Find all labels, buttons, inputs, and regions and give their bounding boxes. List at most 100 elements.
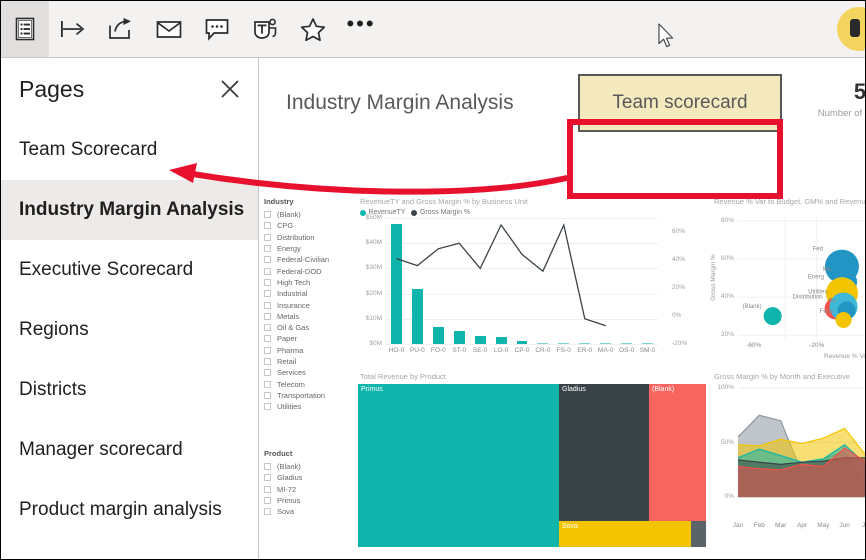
y-axis-label: Gross Margin % xyxy=(709,254,717,301)
treemap-cell[interactable]: Sova xyxy=(559,521,691,547)
pages-pane-icon[interactable] xyxy=(1,1,49,57)
y-axis-tick: 80% xyxy=(720,216,734,224)
checkbox-icon[interactable] xyxy=(264,290,271,298)
x-axis-tick: Feb xyxy=(753,522,765,529)
slicer-option[interactable]: Metals xyxy=(264,311,329,322)
checkbox-icon[interactable] xyxy=(264,403,271,411)
x-axis-tick: Mar xyxy=(775,522,787,529)
checkbox-icon[interactable] xyxy=(264,312,271,320)
slicer-option[interactable]: Federal-Civilian xyxy=(264,254,329,265)
slicer-option[interactable]: Primus xyxy=(264,495,302,506)
checkbox-icon[interactable] xyxy=(264,380,271,388)
checkbox-icon[interactable] xyxy=(264,324,271,332)
slicer-option[interactable]: Insurance xyxy=(264,299,329,310)
sidebar-item-districts[interactable]: Districts xyxy=(1,360,258,420)
checkbox-icon[interactable] xyxy=(264,233,271,241)
sidebar-item-regions[interactable]: Regions xyxy=(1,300,258,360)
slicer-option[interactable]: (Blank) xyxy=(264,209,329,220)
checkbox-icon[interactable] xyxy=(264,256,271,264)
treemap-cell[interactable] xyxy=(691,521,706,547)
comment-icon[interactable] xyxy=(193,1,241,57)
sidebar-item-manager-scorecard[interactable]: Manager scorecard xyxy=(1,420,258,480)
checkbox-icon[interactable] xyxy=(264,301,271,309)
treemap-cell-label: (Blank) xyxy=(652,386,675,393)
sidebar-item-label: Manager scorecard xyxy=(19,439,183,460)
slicer-option[interactable]: Gladius xyxy=(264,472,302,483)
slicer-option-label: Metals xyxy=(277,311,300,321)
slicer-option-label: Energy xyxy=(277,244,301,254)
slicer-option-label: Oil & Gas xyxy=(277,323,310,333)
slicer-option[interactable]: Industrial xyxy=(264,288,329,299)
slicer-option[interactable]: Transportation xyxy=(264,390,329,401)
slicer-option[interactable]: CPG xyxy=(264,220,329,231)
treemap-cell[interactable]: (Blank) xyxy=(649,384,706,521)
svg-text:Se: Se xyxy=(828,298,836,304)
slicer-option[interactable]: Services xyxy=(264,367,329,378)
sidebar-item-label: Executive Scorecard xyxy=(19,259,194,280)
export-icon[interactable] xyxy=(49,1,97,57)
line-series-gross-margin xyxy=(396,222,606,327)
slicer-option[interactable]: High Tech xyxy=(264,277,329,288)
team-scorecard-button[interactable]: Team scorecard xyxy=(578,74,782,132)
chart-title: RevenueTY and Gross Margin % by Business… xyxy=(360,197,528,206)
checkbox-icon[interactable] xyxy=(264,211,271,219)
slicer-option[interactable]: Utilities xyxy=(264,401,329,412)
checkbox-icon[interactable] xyxy=(264,267,271,275)
slicer-option[interactable]: Pharma xyxy=(264,345,329,356)
slicer-option[interactable]: Retail xyxy=(264,356,329,367)
checkbox-icon[interactable] xyxy=(264,278,271,286)
slicer-option[interactable]: Distribution xyxy=(264,232,329,243)
slicer-option[interactable]: Oil & Gas xyxy=(264,322,329,333)
treemap-cell-label: Gladius xyxy=(562,386,586,393)
slicer-header-product: Product xyxy=(264,449,293,458)
checkbox-icon[interactable] xyxy=(264,497,271,505)
chart-combo-revenue-margin[interactable]: RevenueTY and Gross Margin % by Business… xyxy=(358,197,710,369)
sidebar-item-product-margin-analysis[interactable]: Product margin analysis xyxy=(1,480,258,540)
slicer-option[interactable]: Telecom xyxy=(264,378,329,389)
checkbox-icon[interactable] xyxy=(264,346,271,354)
mail-icon[interactable] xyxy=(145,1,193,57)
share-icon[interactable] xyxy=(97,1,145,57)
favorite-star-icon[interactable] xyxy=(289,1,337,57)
mouse-cursor xyxy=(658,23,674,48)
x-axis-label: Revenue % Var xyxy=(824,353,866,360)
sidebar-item-industry-margin-analysis[interactable]: Industry Margin Analysis xyxy=(1,180,258,240)
checkbox-icon[interactable] xyxy=(264,508,271,516)
checkbox-icon[interactable] xyxy=(264,474,271,482)
sidebar-item-team-scorecard[interactable]: Team Scorecard xyxy=(1,120,258,180)
checkbox-icon[interactable] xyxy=(264,463,271,471)
chart-plot-area: 0% 50% 100% Jan Feb Mar Apr May Jun Jul xyxy=(712,384,865,534)
chart-scatter-gm-revenue[interactable]: Revenue % Var to Budget, GM% and Revenue… xyxy=(709,197,866,369)
close-icon[interactable] xyxy=(216,75,244,103)
slicer-option[interactable]: Energy xyxy=(264,243,329,254)
x-axis-tick: -60% xyxy=(746,342,762,349)
checkbox-icon[interactable] xyxy=(264,222,271,230)
slicer-option[interactable]: Paper xyxy=(264,333,329,344)
y-axis-tick: 50% xyxy=(720,438,734,446)
x-axis-tick: May xyxy=(817,522,830,529)
checkbox-icon[interactable] xyxy=(264,369,271,377)
avatar[interactable] xyxy=(837,7,865,51)
slicer-option-label: Retail xyxy=(277,357,297,366)
treemap-cell[interactable]: Primus xyxy=(358,384,559,547)
checkbox-icon[interactable] xyxy=(264,335,271,343)
checkbox-icon[interactable] xyxy=(264,391,271,399)
sidebar-item-executive-scorecard[interactable]: Executive Scorecard xyxy=(1,240,258,300)
chart-title: Revenue % Var to Budget, GM% and Revenue… xyxy=(714,197,866,206)
slicer-option[interactable]: Federal-DOD xyxy=(264,265,329,276)
teams-icon[interactable] xyxy=(241,1,289,57)
more-options-icon[interactable]: ••• xyxy=(337,1,385,57)
kpi-number-of-products: 5 Number of Products xyxy=(800,79,865,119)
sidebar-item-label: Regions xyxy=(19,319,89,340)
legend-label: Gross Margin % xyxy=(419,209,471,216)
slicer-option[interactable]: Sova xyxy=(264,506,302,517)
treemap-cell[interactable]: Gladius xyxy=(559,384,649,521)
slicer-option-label: (Blank) xyxy=(277,462,301,472)
slicer-option[interactable]: MI-72 xyxy=(264,484,302,495)
checkbox-icon[interactable] xyxy=(264,485,271,493)
checkbox-icon[interactable] xyxy=(264,245,271,253)
chart-treemap-revenue-product[interactable]: Total Revenue by Product Primus Gladius (Bl… xyxy=(358,372,710,559)
chart-area-gm-month-executive[interactable]: Gross Margin % by Month and Executive 0% 5… xyxy=(712,372,865,559)
slicer-option[interactable]: (Blank) xyxy=(264,461,302,472)
checkbox-icon[interactable] xyxy=(264,358,271,365)
